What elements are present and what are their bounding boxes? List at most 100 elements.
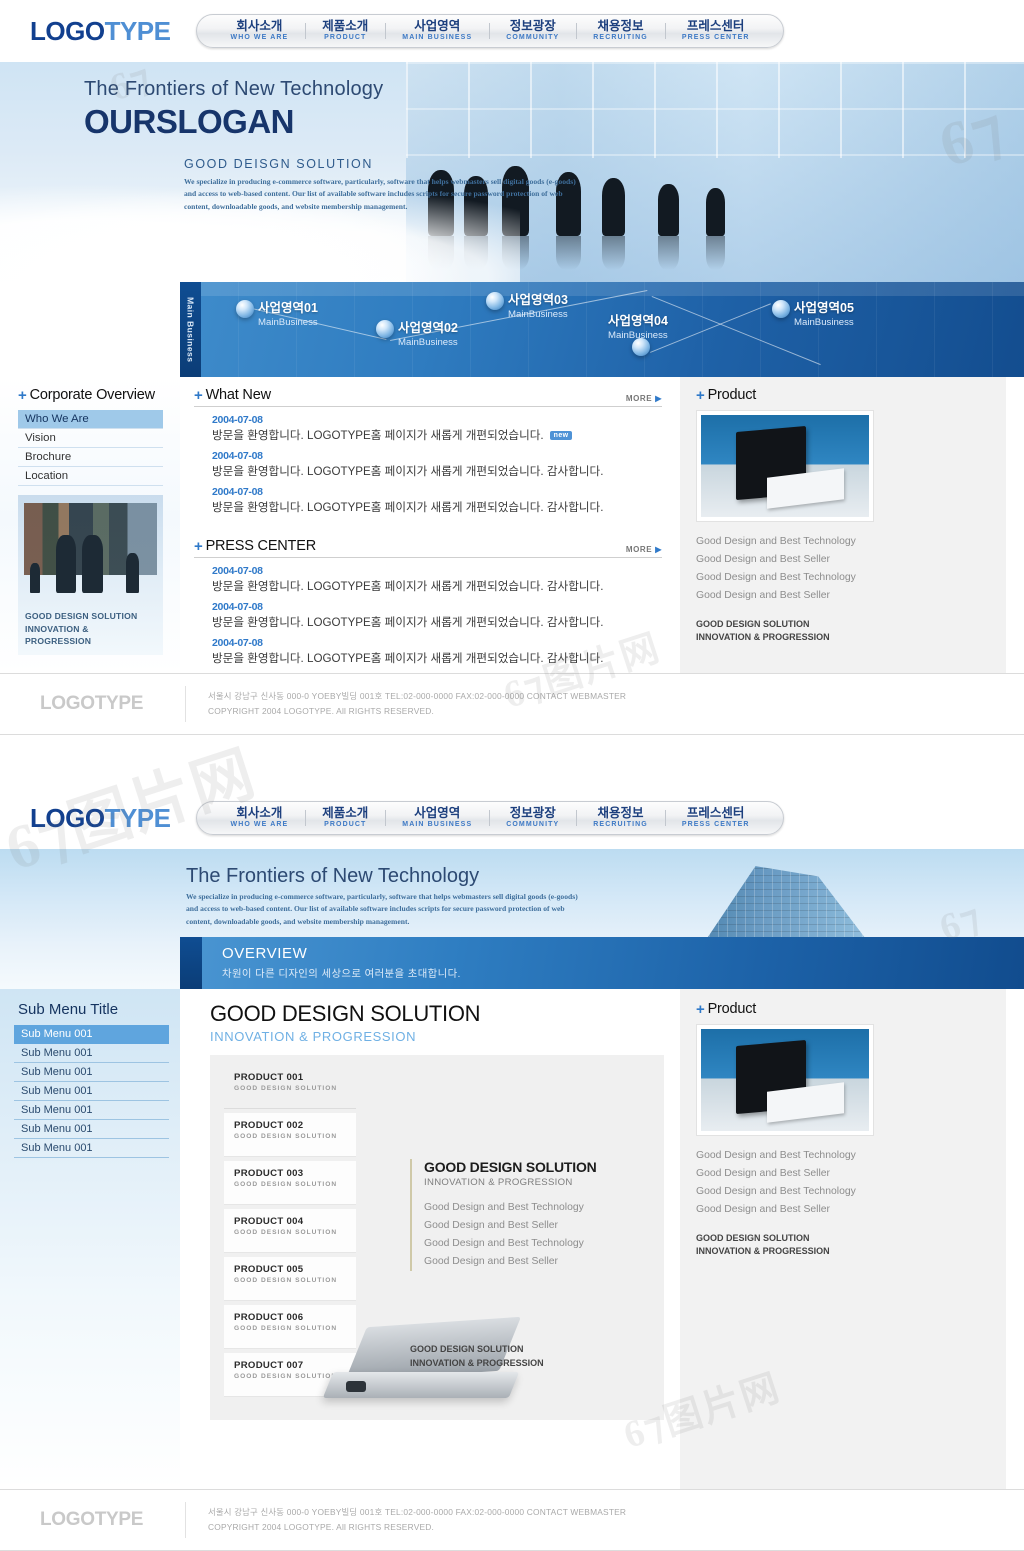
- nav-item-community[interactable]: 정보광장 COMMUNITY: [489, 807, 576, 828]
- sidebar-item-submenu-1[interactable]: Sub Menu 001: [14, 1025, 169, 1044]
- nav-item-who-we-are[interactable]: 회사소개 WHO WE ARE: [213, 806, 305, 829]
- list-item[interactable]: 2004-07-08 방문을 환영합니다. LOGOTYPE홈 페이지가 새롭게…: [212, 486, 662, 515]
- hero-sub-title: GOOD DEISGN SOLUTION: [184, 157, 373, 171]
- node-label-ko: 사업영역01: [258, 301, 318, 315]
- nav-label-en: WHO WE ARE: [230, 34, 289, 42]
- nav-item-recruiting[interactable]: 채용정보 RECRUITING: [576, 20, 665, 41]
- overview-band-tab: [180, 937, 202, 989]
- list-item[interactable]: PRODUCT 002 GOOD DESIGN SOLUTION: [224, 1113, 356, 1157]
- status-badge-new: new: [549, 430, 573, 440]
- product-image[interactable]: [696, 410, 874, 522]
- sidebar-item-submenu-5[interactable]: Sub Menu 001: [14, 1101, 169, 1120]
- press-center-more-link[interactable]: MORE ▶: [626, 545, 662, 554]
- detail-subtitle: INNOVATION & PROGRESSION: [424, 1177, 573, 1188]
- nav-label-ko: 프레스센터: [686, 19, 745, 34]
- sidebar-item-submenu-2[interactable]: Sub Menu 001: [14, 1044, 169, 1063]
- detail-feature: Good Design and Best Seller: [424, 1256, 559, 1268]
- list-item[interactable]: PRODUCT 004 GOOD DESIGN SOLUTION: [224, 1209, 356, 1253]
- list-item[interactable]: 2004-07-08 방문을 환영합니다. LOGOTYPE홈 페이지가 새롭게…: [212, 601, 662, 630]
- nav-label-en: MAIN BUSINESS: [402, 821, 473, 829]
- main-navigation-1[interactable]: 회사소개 WHO WE ARE 제품소개 PRODUCT 사업영역 MAIN B…: [196, 14, 784, 48]
- plus-icon: +: [696, 1000, 705, 1018]
- sidebar-item-who-we-are[interactable]: Who We Are: [18, 410, 163, 429]
- hero-sub-body: We specialize in producing e-commerce so…: [184, 177, 576, 211]
- chevron-right-icon: ▶: [655, 394, 662, 403]
- product-feature-list: Good Design and Best Technology Good Des…: [696, 533, 990, 605]
- product-desc: GOOD DESIGN SOLUTION: [234, 1181, 338, 1188]
- product-footer-line-2: INNOVATION & PROGRESSION: [696, 1246, 830, 1257]
- product-name: PRODUCT 004: [234, 1216, 304, 1227]
- nav-label-en: PRESS CENTER: [681, 34, 750, 42]
- page-two: LOGOTYPE 회사소개 WHO WE ARE 제품소개 PRODUCT 사업…: [0, 787, 1024, 1551]
- node-dot-icon: [772, 300, 790, 318]
- nav-item-who-we-are[interactable]: 회사소개 WHO WE ARE: [213, 20, 305, 42]
- nav-label-en: PRODUCT: [324, 821, 367, 829]
- section-title-text: Corporate Overview: [29, 387, 156, 403]
- news-date: 2004-07-08: [212, 637, 263, 649]
- nav-label-en: WHO WE ARE: [230, 821, 289, 829]
- caption-line-1: GOOD DESIGN SOLUTION: [25, 611, 138, 622]
- plus-icon: +: [194, 537, 203, 555]
- sidebar-item-submenu-3[interactable]: Sub Menu 001: [14, 1063, 169, 1082]
- corporate-overview-title: + Corporate Overview: [18, 387, 180, 403]
- list-item[interactable]: PRODUCT 003 GOOD DESIGN SOLUTION: [224, 1161, 356, 1205]
- main-content-2: Sub Menu Title Sub Menu 001 Sub Menu 001…: [0, 989, 1024, 1489]
- nav-label-en: PRESS CENTER: [681, 821, 750, 829]
- submenu-list: Sub Menu 001 Sub Menu 001 Sub Menu 001 S…: [14, 1025, 169, 1158]
- product-detail-text: GOOD DESIGN SOLUTION INNOVATION & PROGRE…: [410, 1159, 650, 1272]
- list-item[interactable]: 2004-07-08 방문을 환영합니다. LOGOTYPE홈 페이지가 새롭게…: [212, 414, 662, 443]
- corporate-overview-list: Who We Are Vision Brochure Location: [18, 410, 163, 486]
- product-footer-line-1: GOOD DESIGN SOLUTION: [696, 1232, 810, 1243]
- product-desc: GOOD DESIGN SOLUTION: [234, 1229, 338, 1236]
- footer-copyright: COPYRIGHT 2004 LOGOTYPE. All RIGHTS RESE…: [208, 706, 435, 716]
- nav-item-recruiting[interactable]: 채용정보 RECRUITING: [576, 807, 665, 828]
- overview-title: OVERVIEW: [222, 945, 308, 962]
- nav-item-press-center[interactable]: 프레스센터 PRESS CENTER: [664, 19, 767, 42]
- section-title-text: Product: [707, 387, 757, 403]
- sidebar-item-submenu-7[interactable]: Sub Menu 001: [14, 1139, 169, 1158]
- product-footer-line-2: INNOVATION & PROGRESSION: [696, 632, 830, 643]
- news-column: + What New MORE ▶ 2004-07-08 방문을 환영합니다. …: [180, 377, 680, 673]
- nav-item-product[interactable]: 제품소개 PRODUCT: [305, 20, 385, 41]
- list-item[interactable]: 2004-07-08 방문을 환영합니다. LOGOTYPE홈 페이지가 새롭게…: [212, 637, 662, 666]
- nav-item-main-business[interactable]: 사업영역 MAIN BUSINESS: [385, 20, 489, 41]
- main-navigation-2[interactable]: 회사소개 WHO WE ARE 제품소개 PRODUCT 사업영역 MAIN B…: [196, 801, 784, 835]
- list-item[interactable]: 2004-07-08 방문을 환영합니다. LOGOTYPE홈 페이지가 새롭게…: [212, 450, 662, 479]
- detail-feature: Good Design and Best Technology: [424, 1202, 584, 1213]
- nav-item-community[interactable]: 정보광장 COMMUNITY: [489, 20, 576, 41]
- sidebar-item-submenu-6[interactable]: Sub Menu 001: [14, 1120, 169, 1139]
- product-content-column: GOOD DESIGN SOLUTION INNOVATION & PROGRE…: [180, 989, 680, 1489]
- list-item[interactable]: 2004-07-08 방문을 환영합니다. LOGOTYPE홈 페이지가 새롭게…: [212, 565, 662, 594]
- nav-item-press-center[interactable]: 프레스센터 PRESS CENTER: [664, 807, 767, 829]
- list-item[interactable]: PRODUCT 005 GOOD DESIGN SOLUTION: [224, 1257, 356, 1301]
- product-image[interactable]: [696, 1024, 874, 1136]
- news-title-row: 방문을 환영합니다. LOGOTYPE홈 페이지가 새롭게 개편되었습니다. 감…: [212, 463, 662, 479]
- nav-item-product[interactable]: 제품소개 PRODUCT: [305, 807, 385, 828]
- news-title-row: 방문을 환영합니다. LOGOTYPE홈 페이지가 새롭게 개편되었습니다. 감…: [212, 578, 662, 594]
- news-text: 방문을 환영합니다. LOGOTYPE홈 페이지가 새롭게 개편되었습니다. 감…: [212, 580, 604, 593]
- nav-label-ko: 회사소개: [236, 806, 283, 821]
- node-label-ko: 사업영역03: [508, 293, 568, 307]
- chevron-right-icon: ▶: [655, 545, 662, 554]
- plus-icon: +: [18, 386, 27, 404]
- nav-label-en: COMMUNITY: [506, 821, 560, 829]
- sidebar-item-location[interactable]: Location: [18, 467, 163, 486]
- sidebar-item-brochure[interactable]: Brochure: [18, 448, 163, 467]
- nav-label-ko: 채용정보: [597, 19, 644, 34]
- logo[interactable]: LOGOTYPE: [30, 16, 171, 47]
- nav-label-ko: 제품소개: [322, 806, 369, 821]
- what-new-more-link[interactable]: MORE ▶: [626, 394, 662, 403]
- nav-label-en: RECRUITING: [593, 821, 648, 829]
- list-item[interactable]: PRODUCT 001 GOOD DESIGN SOLUTION: [224, 1065, 356, 1109]
- nav-label-en: COMMUNITY: [506, 34, 560, 42]
- sub-hero-banner: The Frontiers of New Technology We speci…: [0, 849, 1024, 989]
- logo[interactable]: LOGOTYPE: [30, 803, 171, 834]
- news-text: 방문을 환영합니다. LOGOTYPE홈 페이지가 새롭게 개편되었습니다. 감…: [212, 616, 604, 629]
- press-center-list: 2004-07-08 방문을 환영합니다. LOGOTYPE홈 페이지가 새롭게…: [194, 565, 662, 666]
- page-subtitle: INNOVATION & PROGRESSION: [210, 1029, 417, 1044]
- section-title-text: PRESS CENTER: [205, 538, 317, 554]
- sidebar-item-vision[interactable]: Vision: [18, 429, 163, 448]
- nav-item-main-business[interactable]: 사업영역 MAIN BUSINESS: [385, 807, 489, 828]
- sidebar-item-submenu-4[interactable]: Sub Menu 001: [14, 1082, 169, 1101]
